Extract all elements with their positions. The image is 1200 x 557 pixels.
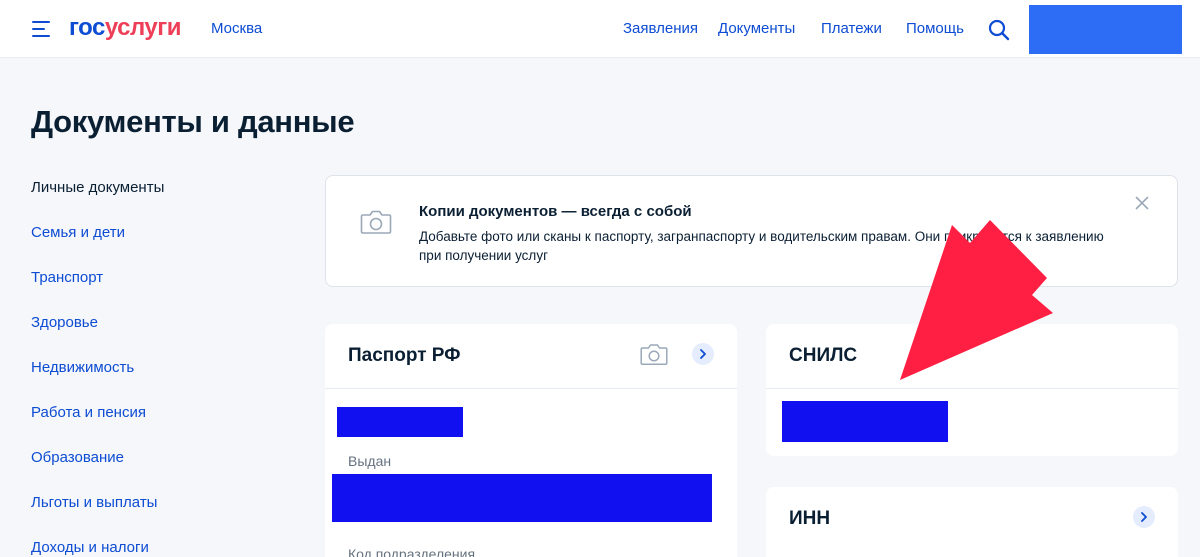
sidebar-item-work-pension[interactable]: Работа и пенсия xyxy=(31,404,146,422)
sidebar-item-family[interactable]: Семья и дети xyxy=(31,224,125,242)
search-icon[interactable] xyxy=(988,19,1010,41)
issued-label: Выдан xyxy=(348,453,392,469)
sidebar-item-benefits[interactable]: Льготы и выплаты xyxy=(31,494,157,512)
sidebar-item-transport[interactable]: Транспорт xyxy=(31,269,103,287)
banner-text: Добавьте фото или сканы к паспорту, загр… xyxy=(419,229,1104,263)
sidebar-item-education[interactable]: Образование xyxy=(31,449,124,467)
redacted-passport-number xyxy=(337,407,463,437)
card-divider xyxy=(325,388,737,389)
nav-documents[interactable]: Документы xyxy=(718,20,795,38)
passport-open-button[interactable] xyxy=(692,343,714,365)
banner-title: Копии документов — всегда с собой xyxy=(419,203,692,220)
sidebar-item-personal-documents[interactable]: Личные документы xyxy=(31,179,164,197)
sidebar-item-income-taxes[interactable]: Доходы и налоги xyxy=(31,539,149,557)
snils-card-title: СНИЛС xyxy=(789,345,858,366)
inn-open-button[interactable] xyxy=(1133,506,1155,528)
sidebar-item-health[interactable]: Здоровье xyxy=(31,314,98,332)
passport-card-title: Паспорт РФ xyxy=(348,345,461,366)
passport-card[interactable]: Паспорт РФ Выдан Код подразделения xyxy=(325,324,737,557)
nav-payments[interactable]: Платежи xyxy=(821,20,882,38)
gosuslugi-logo[interactable]: госуслуги xyxy=(69,15,182,41)
redacted-snils-number xyxy=(782,401,948,442)
close-icon[interactable] xyxy=(1135,196,1149,210)
profile-button[interactable] xyxy=(1029,5,1182,54)
menu-icon[interactable] xyxy=(32,21,52,37)
inn-card[interactable]: ИНН xyxy=(766,487,1178,557)
sidebar-item-realty[interactable]: Недвижимость xyxy=(31,359,134,377)
document-copies-banner: Копии документов — всегда с собой Добавь… xyxy=(325,175,1178,287)
division-code-label: Код подразделения xyxy=(348,546,476,557)
inn-card-title: ИНН xyxy=(789,508,831,529)
nav-applications[interactable]: Заявления xyxy=(623,20,698,38)
city-selector[interactable]: Москва xyxy=(211,20,262,38)
chevron-right-icon xyxy=(1141,512,1147,522)
camera-icon[interactable] xyxy=(640,343,668,366)
camera-icon xyxy=(360,210,392,234)
top-header: госуслуги Москва Заявления Документы Пла… xyxy=(0,0,1200,58)
chevron-right-icon xyxy=(700,349,706,359)
page-title: Документы и данные xyxy=(31,104,355,139)
redacted-issued-by xyxy=(332,474,712,522)
card-divider xyxy=(766,388,1178,389)
snils-card[interactable]: СНИЛС xyxy=(766,324,1178,456)
nav-help[interactable]: Помощь xyxy=(906,20,964,38)
